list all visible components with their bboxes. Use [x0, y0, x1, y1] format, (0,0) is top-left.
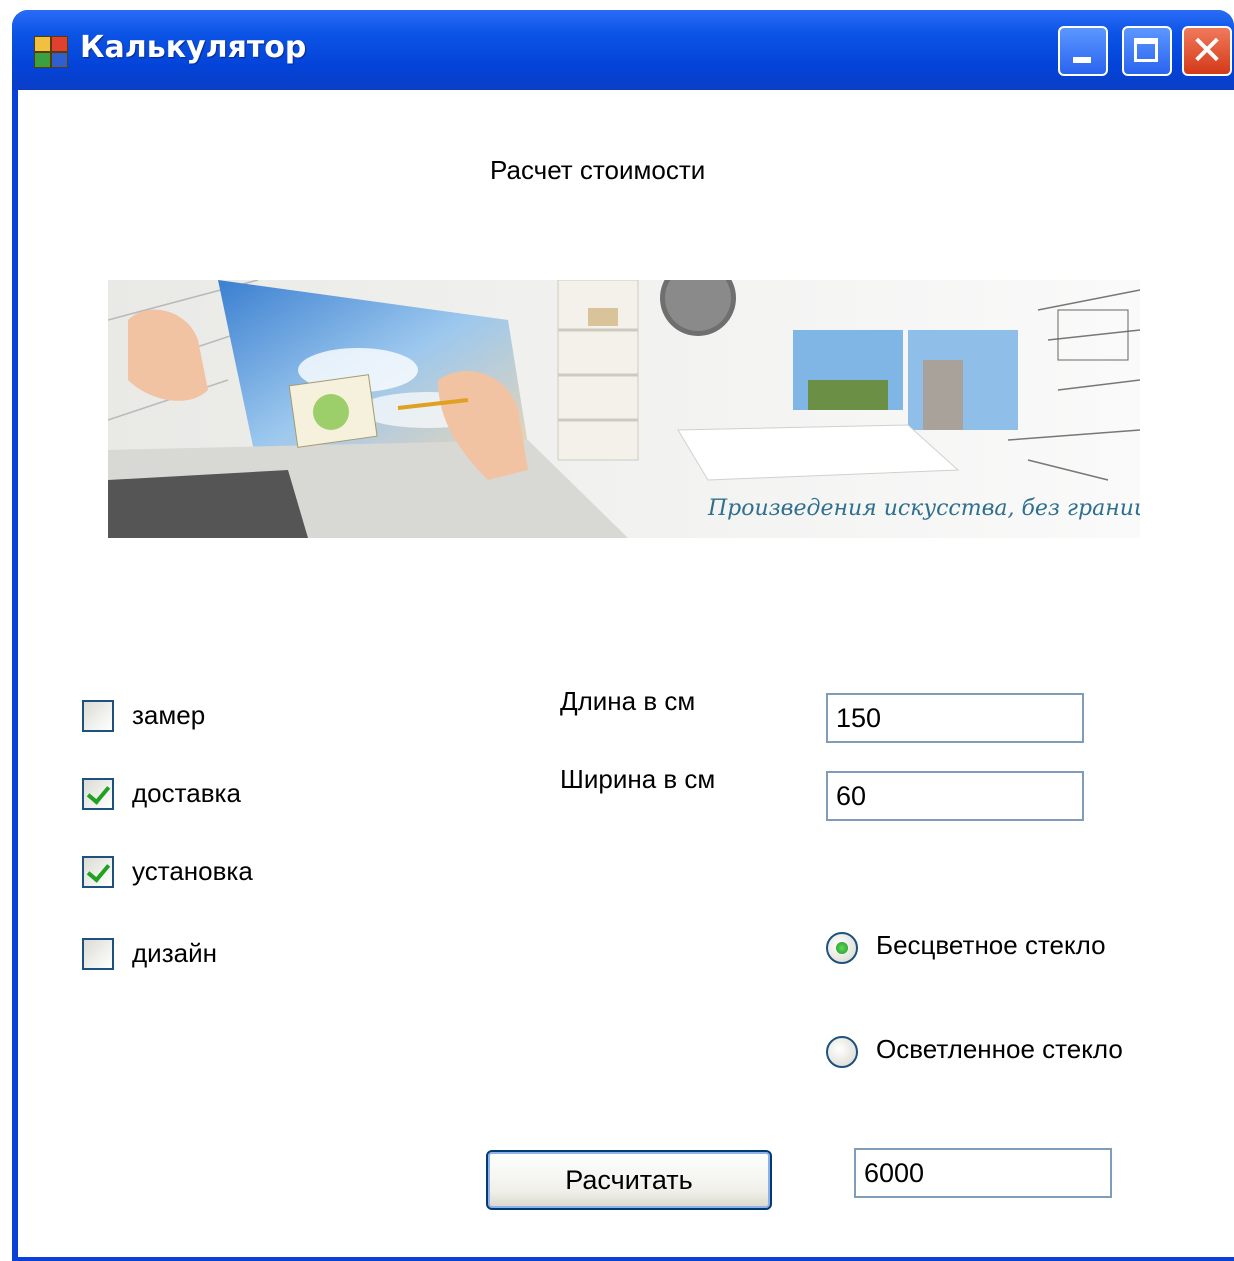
close-button[interactable]: ✕ [1182, 26, 1232, 76]
app-icon [34, 36, 68, 68]
page-heading: Расчет стоимости [490, 155, 706, 185]
minimize-button[interactable] [1058, 26, 1108, 76]
checkbox-dostavka[interactable] [82, 778, 114, 810]
radio-lightened-glass[interactable] [826, 1036, 858, 1068]
checkbox-ustanovka[interactable] [82, 856, 114, 888]
result-output[interactable] [854, 1148, 1112, 1198]
maximize-button[interactable] [1122, 26, 1172, 76]
radio-lightened-glass-label[interactable]: Осветленное стекло [876, 1034, 1123, 1065]
checkbox-ustanovka-label[interactable]: установка [132, 856, 253, 887]
form-client-area [18, 90, 1234, 1257]
radio-clear-glass-label[interactable]: Бесцветное стекло [876, 930, 1106, 961]
calculate-button[interactable]: Расчитать [486, 1150, 772, 1210]
window-title: Калькулятор [80, 30, 307, 65]
checkbox-zamer[interactable] [82, 700, 114, 732]
checkbox-dizain[interactable] [82, 938, 114, 970]
title-bar[interactable]: Калькулятор ✕ [12, 10, 1234, 90]
banner-image: Произведения искусства, без границ! [108, 280, 1140, 538]
banner-illustration: Произведения искусства, без границ! [108, 280, 1140, 538]
radio-clear-glass[interactable] [826, 932, 858, 964]
close-icon: ✕ [1190, 28, 1224, 74]
checkbox-dostavka-label[interactable]: доставка [132, 778, 241, 809]
checkbox-zamer-label[interactable]: замер [132, 700, 205, 731]
width-label: Ширина в см [560, 764, 716, 794]
width-input[interactable] [826, 771, 1084, 821]
checkbox-dizain-label[interactable]: дизайн [132, 938, 217, 969]
length-input[interactable] [826, 693, 1084, 743]
banner-caption: Произведения искусства, без границ! [707, 496, 1140, 521]
length-label: Длина в см [560, 686, 696, 716]
calculator-window: Калькулятор ✕ [12, 10, 1234, 1261]
